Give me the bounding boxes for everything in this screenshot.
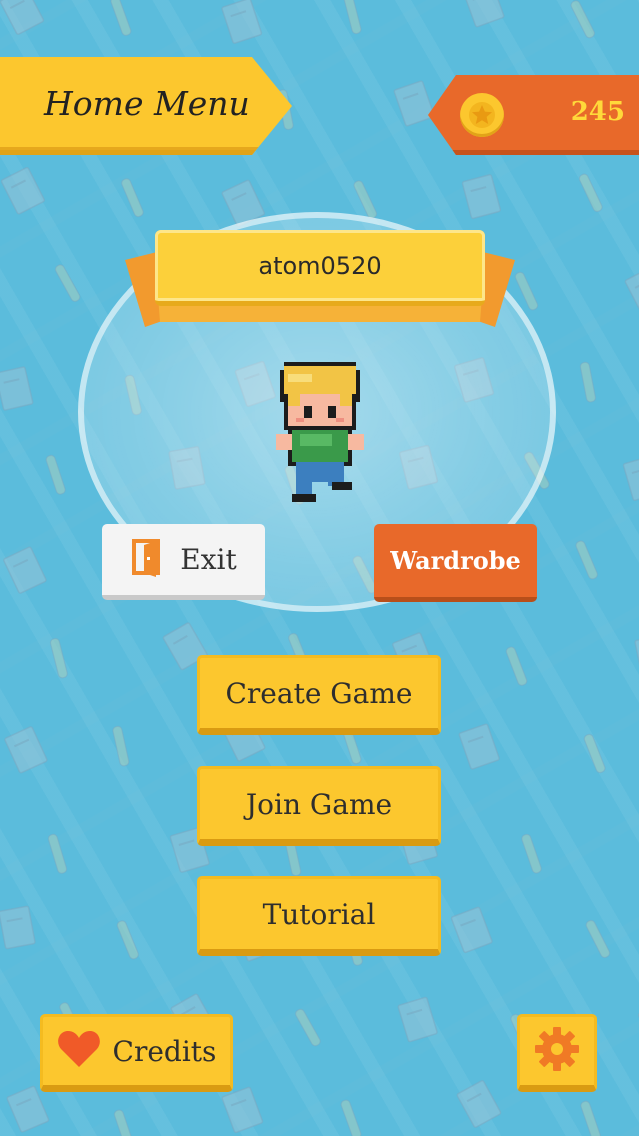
exit-button[interactable]: Exit — [102, 524, 265, 600]
tutorial-label: Tutorial — [262, 897, 376, 931]
star-coin-icon — [460, 93, 504, 137]
door-exit-icon — [130, 537, 166, 583]
player-name: atom0520 — [258, 251, 382, 280]
create-game-label: Create Game — [225, 676, 413, 710]
page-title: Home Menu — [44, 84, 250, 123]
wardrobe-button[interactable]: Wardrobe — [374, 524, 537, 602]
wardrobe-button-label: Wardrobe — [390, 546, 521, 575]
heart-icon — [57, 1029, 101, 1073]
coin-counter: 245 — [428, 75, 639, 155]
gear-icon — [534, 1026, 580, 1076]
home-menu-banner: Home Menu — [0, 57, 292, 155]
credits-button-label: Credits — [112, 1034, 217, 1068]
tutorial-button[interactable]: Tutorial — [197, 876, 441, 956]
create-game-button[interactable]: Create Game — [197, 655, 441, 735]
settings-button[interactable] — [517, 1014, 597, 1092]
join-game-button[interactable]: Join Game — [197, 766, 441, 846]
player-name-plate: atom0520 — [155, 230, 485, 306]
coin-count: 245 — [570, 97, 625, 127]
player-character-sprite[interactable] — [272, 362, 368, 502]
join-game-label: Join Game — [245, 787, 393, 821]
credits-button[interactable]: Credits — [40, 1014, 233, 1092]
exit-button-label: Exit — [180, 543, 237, 576]
